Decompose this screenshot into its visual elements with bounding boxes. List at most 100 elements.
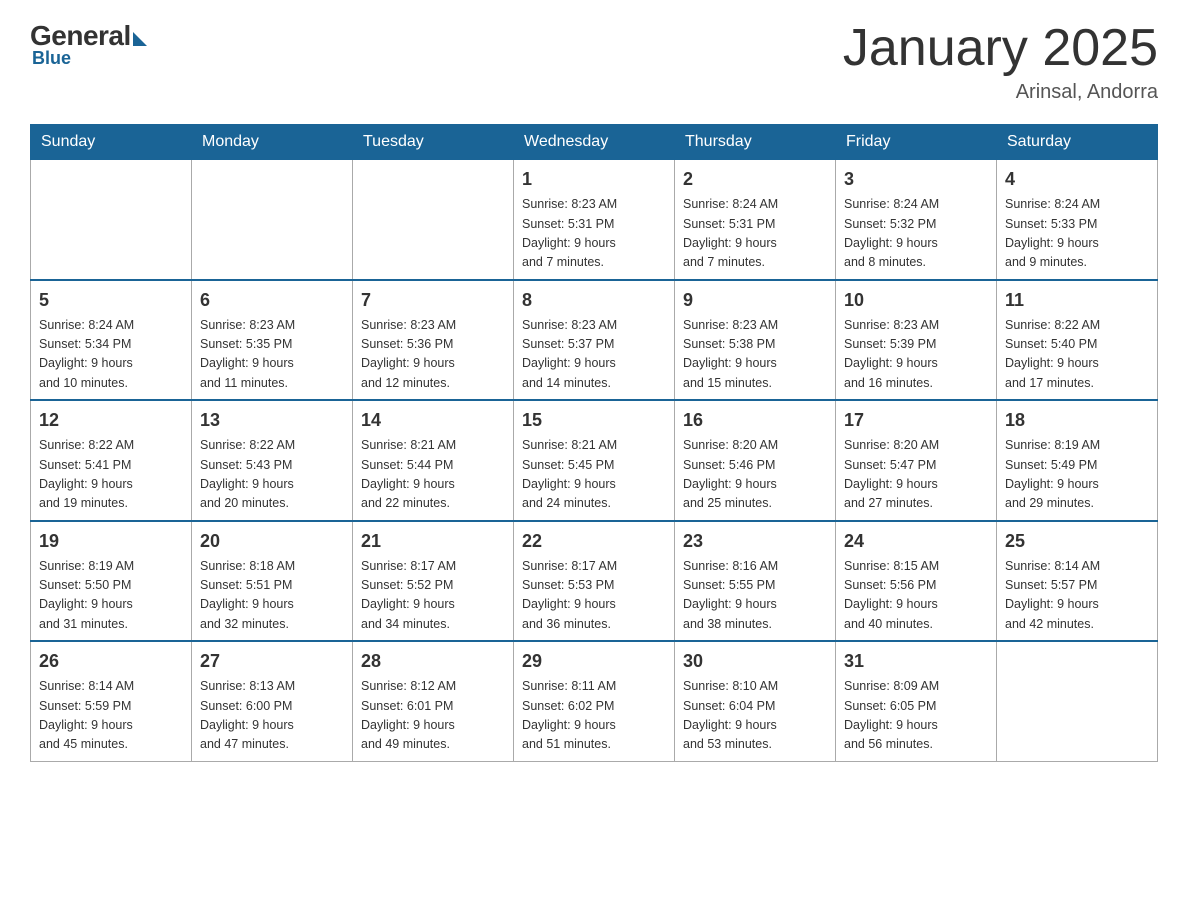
calendar-cell: 12Sunrise: 8:22 AM Sunset: 5:41 PM Dayli… <box>31 400 192 521</box>
day-info: Sunrise: 8:14 AM Sunset: 5:57 PM Dayligh… <box>1005 557 1149 635</box>
calendar-cell: 3Sunrise: 8:24 AM Sunset: 5:32 PM Daylig… <box>836 160 997 280</box>
calendar-week-row: 12Sunrise: 8:22 AM Sunset: 5:41 PM Dayli… <box>31 400 1158 521</box>
day-number: 20 <box>200 528 344 555</box>
day-number: 3 <box>844 166 988 193</box>
day-number: 15 <box>522 407 666 434</box>
calendar-cell: 22Sunrise: 8:17 AM Sunset: 5:53 PM Dayli… <box>514 521 675 642</box>
weekday-header-monday: Monday <box>192 125 353 160</box>
day-number: 12 <box>39 407 183 434</box>
weekday-header-tuesday: Tuesday <box>353 125 514 160</box>
calendar-cell: 18Sunrise: 8:19 AM Sunset: 5:49 PM Dayli… <box>997 400 1158 521</box>
calendar-cell: 9Sunrise: 8:23 AM Sunset: 5:38 PM Daylig… <box>675 280 836 401</box>
day-number: 21 <box>361 528 505 555</box>
day-info: Sunrise: 8:17 AM Sunset: 5:53 PM Dayligh… <box>522 557 666 635</box>
day-number: 7 <box>361 287 505 314</box>
weekday-header-thursday: Thursday <box>675 125 836 160</box>
calendar-week-row: 5Sunrise: 8:24 AM Sunset: 5:34 PM Daylig… <box>31 280 1158 401</box>
logo-blue-text: Blue <box>32 48 71 69</box>
calendar-cell: 8Sunrise: 8:23 AM Sunset: 5:37 PM Daylig… <box>514 280 675 401</box>
location-text: Arinsal, Andorra <box>843 81 1158 104</box>
day-number: 30 <box>683 648 827 675</box>
day-info: Sunrise: 8:23 AM Sunset: 5:37 PM Dayligh… <box>522 316 666 394</box>
day-info: Sunrise: 8:24 AM Sunset: 5:31 PM Dayligh… <box>683 195 827 273</box>
calendar-cell: 25Sunrise: 8:14 AM Sunset: 5:57 PM Dayli… <box>997 521 1158 642</box>
day-number: 1 <box>522 166 666 193</box>
day-info: Sunrise: 8:21 AM Sunset: 5:45 PM Dayligh… <box>522 436 666 514</box>
weekday-header-wednesday: Wednesday <box>514 125 675 160</box>
calendar-week-row: 19Sunrise: 8:19 AM Sunset: 5:50 PM Dayli… <box>31 521 1158 642</box>
day-info: Sunrise: 8:13 AM Sunset: 6:00 PM Dayligh… <box>200 677 344 755</box>
calendar-cell: 1Sunrise: 8:23 AM Sunset: 5:31 PM Daylig… <box>514 160 675 280</box>
calendar-cell: 20Sunrise: 8:18 AM Sunset: 5:51 PM Dayli… <box>192 521 353 642</box>
calendar-cell: 24Sunrise: 8:15 AM Sunset: 5:56 PM Dayli… <box>836 521 997 642</box>
calendar-week-row: 1Sunrise: 8:23 AM Sunset: 5:31 PM Daylig… <box>31 160 1158 280</box>
day-info: Sunrise: 8:20 AM Sunset: 5:46 PM Dayligh… <box>683 436 827 514</box>
month-title: January 2025 <box>843 20 1158 77</box>
day-info: Sunrise: 8:23 AM Sunset: 5:38 PM Dayligh… <box>683 316 827 394</box>
calendar-cell: 28Sunrise: 8:12 AM Sunset: 6:01 PM Dayli… <box>353 641 514 761</box>
calendar-cell: 11Sunrise: 8:22 AM Sunset: 5:40 PM Dayli… <box>997 280 1158 401</box>
calendar-cell: 15Sunrise: 8:21 AM Sunset: 5:45 PM Dayli… <box>514 400 675 521</box>
day-info: Sunrise: 8:23 AM Sunset: 5:39 PM Dayligh… <box>844 316 988 394</box>
weekday-header-saturday: Saturday <box>997 125 1158 160</box>
calendar-cell: 21Sunrise: 8:17 AM Sunset: 5:52 PM Dayli… <box>353 521 514 642</box>
calendar-cell: 30Sunrise: 8:10 AM Sunset: 6:04 PM Dayli… <box>675 641 836 761</box>
day-info: Sunrise: 8:19 AM Sunset: 5:50 PM Dayligh… <box>39 557 183 635</box>
calendar-cell: 2Sunrise: 8:24 AM Sunset: 5:31 PM Daylig… <box>675 160 836 280</box>
calendar-header-row: SundayMondayTuesdayWednesdayThursdayFrid… <box>31 125 1158 160</box>
weekday-header-sunday: Sunday <box>31 125 192 160</box>
day-number: 16 <box>683 407 827 434</box>
day-number: 11 <box>1005 287 1149 314</box>
calendar-cell: 26Sunrise: 8:14 AM Sunset: 5:59 PM Dayli… <box>31 641 192 761</box>
day-number: 28 <box>361 648 505 675</box>
calendar-cell <box>997 641 1158 761</box>
day-info: Sunrise: 8:11 AM Sunset: 6:02 PM Dayligh… <box>522 677 666 755</box>
calendar-cell: 31Sunrise: 8:09 AM Sunset: 6:05 PM Dayli… <box>836 641 997 761</box>
day-info: Sunrise: 8:23 AM Sunset: 5:31 PM Dayligh… <box>522 195 666 273</box>
day-number: 10 <box>844 287 988 314</box>
day-number: 27 <box>200 648 344 675</box>
day-number: 9 <box>683 287 827 314</box>
day-info: Sunrise: 8:14 AM Sunset: 5:59 PM Dayligh… <box>39 677 183 755</box>
day-info: Sunrise: 8:23 AM Sunset: 5:36 PM Dayligh… <box>361 316 505 394</box>
day-info: Sunrise: 8:22 AM Sunset: 5:41 PM Dayligh… <box>39 436 183 514</box>
calendar-cell <box>353 160 514 280</box>
day-number: 13 <box>200 407 344 434</box>
day-number: 19 <box>39 528 183 555</box>
day-number: 24 <box>844 528 988 555</box>
day-info: Sunrise: 8:24 AM Sunset: 5:33 PM Dayligh… <box>1005 195 1149 273</box>
calendar-cell: 5Sunrise: 8:24 AM Sunset: 5:34 PM Daylig… <box>31 280 192 401</box>
day-number: 23 <box>683 528 827 555</box>
calendar-cell: 29Sunrise: 8:11 AM Sunset: 6:02 PM Dayli… <box>514 641 675 761</box>
day-info: Sunrise: 8:24 AM Sunset: 5:32 PM Dayligh… <box>844 195 988 273</box>
day-number: 31 <box>844 648 988 675</box>
logo-arrow-icon <box>133 32 147 46</box>
day-info: Sunrise: 8:18 AM Sunset: 5:51 PM Dayligh… <box>200 557 344 635</box>
calendar-cell: 7Sunrise: 8:23 AM Sunset: 5:36 PM Daylig… <box>353 280 514 401</box>
calendar-cell: 27Sunrise: 8:13 AM Sunset: 6:00 PM Dayli… <box>192 641 353 761</box>
calendar-cell: 14Sunrise: 8:21 AM Sunset: 5:44 PM Dayli… <box>353 400 514 521</box>
day-number: 6 <box>200 287 344 314</box>
day-info: Sunrise: 8:23 AM Sunset: 5:35 PM Dayligh… <box>200 316 344 394</box>
weekday-header-friday: Friday <box>836 125 997 160</box>
day-number: 22 <box>522 528 666 555</box>
day-info: Sunrise: 8:12 AM Sunset: 6:01 PM Dayligh… <box>361 677 505 755</box>
day-info: Sunrise: 8:22 AM Sunset: 5:43 PM Dayligh… <box>200 436 344 514</box>
title-section: January 2025 Arinsal, Andorra <box>843 20 1158 104</box>
calendar-cell <box>31 160 192 280</box>
calendar-cell: 16Sunrise: 8:20 AM Sunset: 5:46 PM Dayli… <box>675 400 836 521</box>
day-info: Sunrise: 8:16 AM Sunset: 5:55 PM Dayligh… <box>683 557 827 635</box>
day-number: 29 <box>522 648 666 675</box>
day-number: 2 <box>683 166 827 193</box>
day-number: 25 <box>1005 528 1149 555</box>
day-info: Sunrise: 8:15 AM Sunset: 5:56 PM Dayligh… <box>844 557 988 635</box>
day-info: Sunrise: 8:10 AM Sunset: 6:04 PM Dayligh… <box>683 677 827 755</box>
calendar-table: SundayMondayTuesdayWednesdayThursdayFrid… <box>30 124 1158 762</box>
day-info: Sunrise: 8:19 AM Sunset: 5:49 PM Dayligh… <box>1005 436 1149 514</box>
day-info: Sunrise: 8:17 AM Sunset: 5:52 PM Dayligh… <box>361 557 505 635</box>
page-header: General Blue January 2025 Arinsal, Andor… <box>30 20 1158 104</box>
day-number: 26 <box>39 648 183 675</box>
calendar-cell: 19Sunrise: 8:19 AM Sunset: 5:50 PM Dayli… <box>31 521 192 642</box>
calendar-cell: 17Sunrise: 8:20 AM Sunset: 5:47 PM Dayli… <box>836 400 997 521</box>
day-number: 8 <box>522 287 666 314</box>
